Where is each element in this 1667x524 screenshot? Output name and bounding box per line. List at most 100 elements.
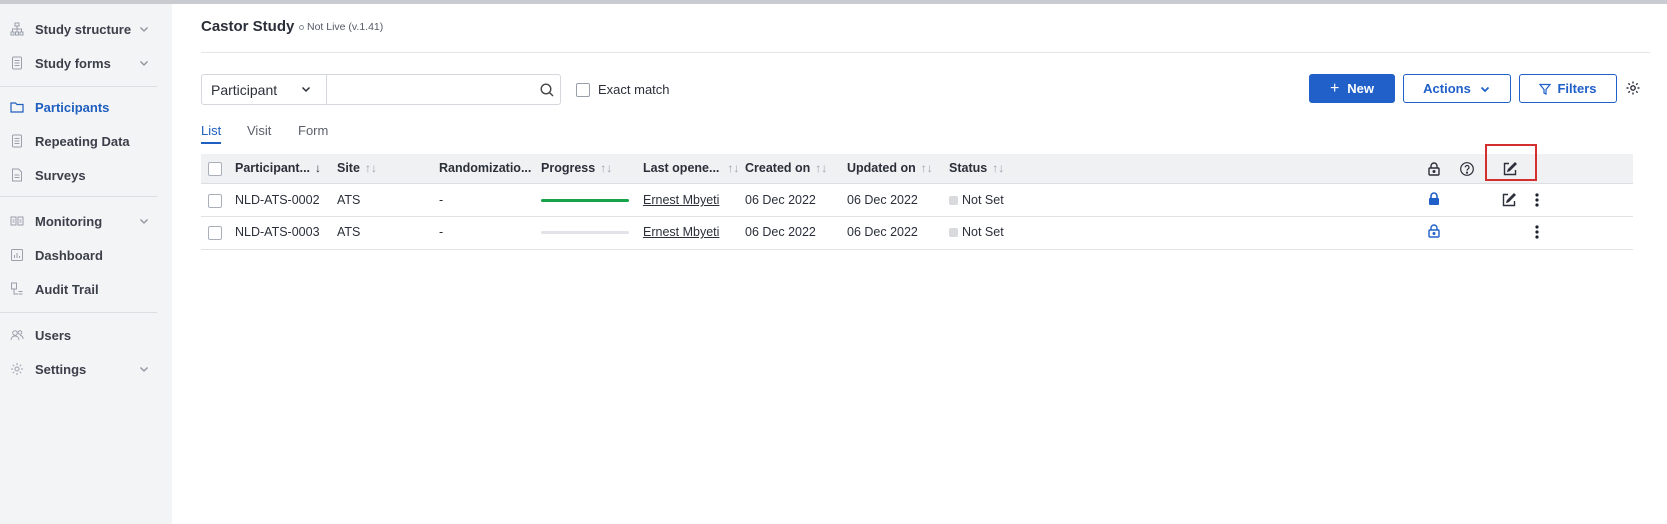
updated-on-cell: 06 Dec 2022 bbox=[847, 193, 918, 207]
column-header-updated-on[interactable]: Updated on ↑↓ bbox=[847, 161, 933, 175]
help-icon[interactable] bbox=[1459, 161, 1475, 177]
participant-id[interactable]: NLD-ATS-0002 bbox=[235, 193, 320, 207]
sort-icon: ↑↓ bbox=[920, 161, 933, 175]
lock-open-icon[interactable] bbox=[1426, 223, 1442, 239]
search-input[interactable] bbox=[326, 74, 561, 105]
column-header-randomization[interactable]: Randomizatio... bbox=[439, 161, 531, 175]
status-cell: Not Set bbox=[949, 193, 1004, 207]
sidebar-item-monitoring[interactable]: Monitoring bbox=[0, 206, 172, 236]
randomization-cell: - bbox=[439, 193, 444, 207]
column-header-label: Site bbox=[337, 161, 360, 175]
column-header-created-on[interactable]: Created on ↑↓ bbox=[745, 161, 827, 175]
sort-down-icon: ↓ bbox=[315, 161, 322, 175]
tab-visit[interactable]: Visit bbox=[247, 123, 271, 138]
last-opened-link[interactable]: Ernest Mbyeti bbox=[643, 225, 719, 239]
sidebar: Study structure Study forms Participants… bbox=[0, 4, 172, 524]
sidebar-divider bbox=[0, 86, 157, 87]
status-text: Not Set bbox=[962, 193, 1004, 207]
column-header-label: Created on bbox=[745, 161, 811, 175]
actions-button-label: Actions bbox=[1423, 81, 1471, 96]
new-button-label: New bbox=[1347, 81, 1375, 96]
sidebar-item-label: Dashboard bbox=[35, 247, 103, 263]
sort-icon: ↑↓ bbox=[364, 161, 377, 175]
sidebar-item-label: Audit Trail bbox=[35, 281, 99, 297]
sidebar-item-study-structure[interactable]: Study structure bbox=[0, 14, 172, 44]
users-icon bbox=[10, 328, 24, 342]
column-header-status[interactable]: Status ↑↓ bbox=[949, 161, 1004, 175]
gear-icon[interactable] bbox=[1625, 80, 1641, 96]
sidebar-item-dashboard[interactable]: Dashboard bbox=[0, 240, 172, 270]
participant-id[interactable]: NLD-ATS-0003 bbox=[235, 225, 320, 239]
column-header-label: Randomizatio... bbox=[439, 161, 532, 175]
sidebar-item-users[interactable]: Users bbox=[0, 320, 172, 350]
audit-icon bbox=[10, 282, 24, 296]
actions-button[interactable]: Actions bbox=[1403, 74, 1511, 103]
tab-list[interactable]: List bbox=[201, 123, 221, 138]
created-on-cell: 06 Dec 2022 bbox=[745, 193, 816, 207]
sidebar-divider bbox=[0, 312, 157, 313]
chevron-down-icon[interactable] bbox=[137, 22, 151, 36]
row-checkbox[interactable] bbox=[208, 226, 222, 240]
row-checkbox[interactable] bbox=[208, 194, 222, 208]
search-field-select[interactable]: Participant bbox=[201, 74, 327, 105]
sidebar-item-audit-trail[interactable]: Audit Trail bbox=[0, 274, 172, 304]
sidebar-item-study-forms[interactable]: Study forms bbox=[0, 48, 172, 78]
document-icon bbox=[10, 168, 24, 182]
new-button[interactable]: + New bbox=[1309, 74, 1395, 103]
randomization-cell: - bbox=[439, 225, 444, 239]
column-header-site[interactable]: Site ↑↓ bbox=[337, 161, 377, 175]
sort-icon: ↑↓ bbox=[815, 161, 828, 175]
header-divider bbox=[201, 52, 1650, 53]
lock-icon bbox=[1428, 162, 1440, 176]
tab-form[interactable]: Form bbox=[298, 123, 328, 138]
chevron-down-icon bbox=[1480, 86, 1489, 92]
filters-button[interactable]: Filters bbox=[1519, 74, 1617, 103]
column-header-participant[interactable]: Participant... ↓ bbox=[235, 161, 321, 175]
progress-bar bbox=[541, 231, 629, 234]
chevron-down-icon[interactable] bbox=[137, 214, 151, 228]
column-header-progress[interactable]: Progress ↑↓ bbox=[541, 161, 612, 175]
sidebar-item-label: Repeating Data bbox=[35, 133, 130, 149]
edit-icon[interactable] bbox=[1501, 192, 1517, 208]
live-status-badge: Not Live (v.1.41) bbox=[299, 21, 383, 33]
chevron-down-icon bbox=[301, 86, 311, 93]
updated-on-cell: 06 Dec 2022 bbox=[847, 225, 918, 239]
sidebar-item-settings[interactable]: Settings bbox=[0, 354, 172, 384]
select-all-checkbox[interactable] bbox=[208, 162, 222, 176]
sidebar-item-label: Participants bbox=[35, 99, 110, 115]
chart-icon bbox=[10, 248, 24, 262]
sidebar-item-label: Study structure bbox=[35, 21, 132, 37]
document-icon bbox=[10, 134, 24, 148]
exact-match-checkbox[interactable] bbox=[576, 83, 590, 97]
edit-column-highlight bbox=[1485, 144, 1537, 181]
sort-icon: ↑↓ bbox=[727, 161, 740, 175]
more-vertical-icon[interactable] bbox=[1529, 192, 1545, 208]
column-header-label: Last opene... bbox=[643, 161, 720, 175]
site-cell: ATS bbox=[337, 193, 361, 207]
plus-icon: + bbox=[1329, 79, 1340, 97]
sitemap-icon bbox=[10, 22, 24, 36]
sidebar-item-label: Study forms bbox=[35, 55, 111, 71]
chevron-down-icon[interactable] bbox=[137, 362, 151, 376]
sidebar-item-surveys[interactable]: Surveys bbox=[0, 160, 172, 190]
last-opened-link[interactable]: Ernest Mbyeti bbox=[643, 193, 719, 207]
sidebar-item-label: Monitoring bbox=[35, 213, 103, 229]
sidebar-item-label: Surveys bbox=[35, 167, 86, 183]
column-header-last-opened[interactable]: Last opene... ↑↓ bbox=[643, 161, 739, 175]
main-content: Castor Study Not Live (v.1.41) Participa… bbox=[172, 4, 1667, 524]
sidebar-item-repeating-data[interactable]: Repeating Data bbox=[0, 126, 172, 156]
sidebar-divider bbox=[0, 196, 157, 197]
sort-icon: ↑↓ bbox=[600, 161, 613, 175]
column-header-label: Updated on bbox=[847, 161, 916, 175]
lock-closed-icon[interactable] bbox=[1426, 191, 1442, 207]
more-vertical-icon[interactable] bbox=[1529, 224, 1545, 240]
chevron-down-icon[interactable] bbox=[137, 56, 151, 70]
column-header-label: Status bbox=[949, 161, 988, 175]
gear-icon bbox=[10, 362, 24, 376]
status-dot-icon bbox=[299, 24, 304, 30]
page-title: Castor Study bbox=[201, 18, 295, 35]
status-text: Not Set bbox=[962, 225, 1004, 239]
filters-button-label: Filters bbox=[1557, 81, 1597, 96]
sidebar-item-participants[interactable]: Participants bbox=[0, 92, 172, 122]
search-icon[interactable] bbox=[539, 82, 555, 98]
